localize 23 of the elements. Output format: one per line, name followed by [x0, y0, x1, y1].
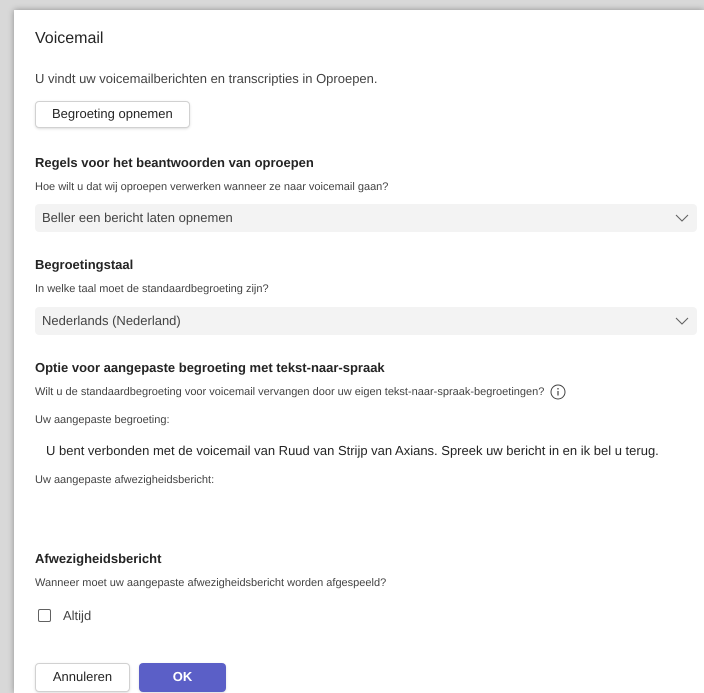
section-question: Hoe wilt u dat wij oproepen verwerken wanneer ze naar voicemail gaan? [35, 180, 388, 194]
section-heading: Begroetingstaal [35, 257, 134, 273]
info-icon[interactable] [550, 384, 566, 400]
chevron-down-icon [675, 214, 689, 222]
dialog-title: Voicemail [35, 29, 104, 49]
section-question: Wilt u de standaardbegroeting voor voicemail vervangen door uw eigen tekst-naar-spraak-begroetingen? [35, 384, 544, 400]
greeting-label: Uw aangepaste begroeting: [35, 413, 171, 428]
dialog-description: U vindt uw voicemailberichten en transcripties in Oproepen. [35, 70, 379, 88]
section-heading: Optie voor aangepaste begroeting met tekst-naar-spraak [35, 360, 386, 376]
checkbox-label: Altijd [63, 607, 92, 625]
section-question: Wanneer moet uw aangepaste afwezigheidsbericht worden afgespeeld? [35, 576, 386, 590]
cancel-button[interactable]: Annuleren [35, 662, 130, 692]
checkbox[interactable] [38, 609, 51, 622]
section-question: In welke taal moet de standaardbegroeting zijn? [35, 282, 269, 297]
section-heading: Afwezigheidsbericht [35, 550, 162, 566]
dropdown[interactable]: Nederlands (Nederland) [35, 306, 697, 334]
greeting-text: U bent verbonden met de voicemail van Ruud van Strijp van Axians. Spreek uw bericht in en ik bel u terug. [45, 442, 660, 460]
section-heading: Regels voor het beantwoorden van oproepen [35, 154, 315, 170]
record-greeting-button[interactable]: Begroeting opnemen [35, 100, 190, 128]
dropdown[interactable]: Beller een bericht laten opnemen [35, 204, 697, 232]
chevron-down-icon [675, 316, 689, 324]
away-message-label: Uw aangepaste afwezigheidsbericht: [35, 473, 216, 488]
ok-button[interactable]: OK [139, 662, 226, 692]
